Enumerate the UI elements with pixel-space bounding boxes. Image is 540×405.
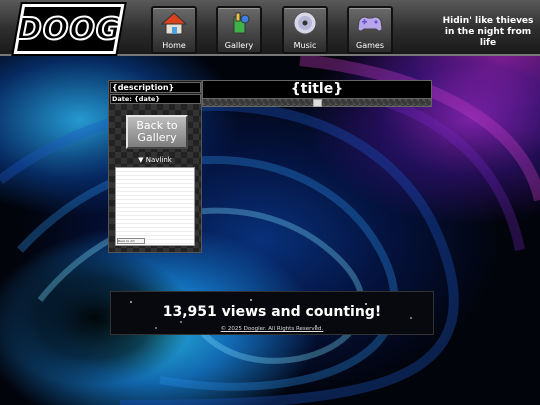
back-to-gallery-button[interactable]: Back to Gallery [126,115,188,149]
tagline: Hidin' like thieves in the night from li… [442,16,534,48]
logo-text: DOOG [16,11,123,48]
swirl-lines [0,54,540,405]
navlink-frame[interactable]: Back to Art [115,167,195,246]
nav-games-label: Games [356,41,384,50]
broken-image-icon [313,99,322,107]
nav-home-label: Home [162,41,186,50]
view-count: 13,951 views and counting! [162,304,382,320]
house-icon [160,12,188,35]
description-label: {description} [110,82,201,93]
nav-home[interactable]: Home [151,6,197,54]
artwork-sidebar: {description} Date: {date} Back to Galle… [108,80,202,253]
site-header: DOOG Home Gallery Music Games Hidin' lik… [0,0,540,56]
nav-gallery-label: Gallery [224,41,254,50]
nav-music-label: Music [293,41,317,50]
nav-games[interactable]: Games [347,6,393,54]
artwork-title: {title} [202,80,432,99]
navlink-toggle[interactable]: ▼ Navlink [109,156,201,164]
paint-icon [233,12,250,34]
view-counter-panel: 13,951 views and counting! © 2025 Doogle… [110,291,434,335]
nav-music[interactable]: Music [282,6,328,54]
gamepad-icon [357,16,383,32]
swirl-background [0,0,540,405]
back-to-art-button[interactable]: Back to Art [117,238,145,244]
cd-icon [293,11,317,35]
nav-gallery[interactable]: Gallery [216,6,262,54]
site-logo[interactable]: DOOG [13,4,125,54]
copyright-link[interactable]: © 2025 Doogler. All Rights Reserved. [111,326,433,332]
date-label: Date: {date} [110,94,201,104]
